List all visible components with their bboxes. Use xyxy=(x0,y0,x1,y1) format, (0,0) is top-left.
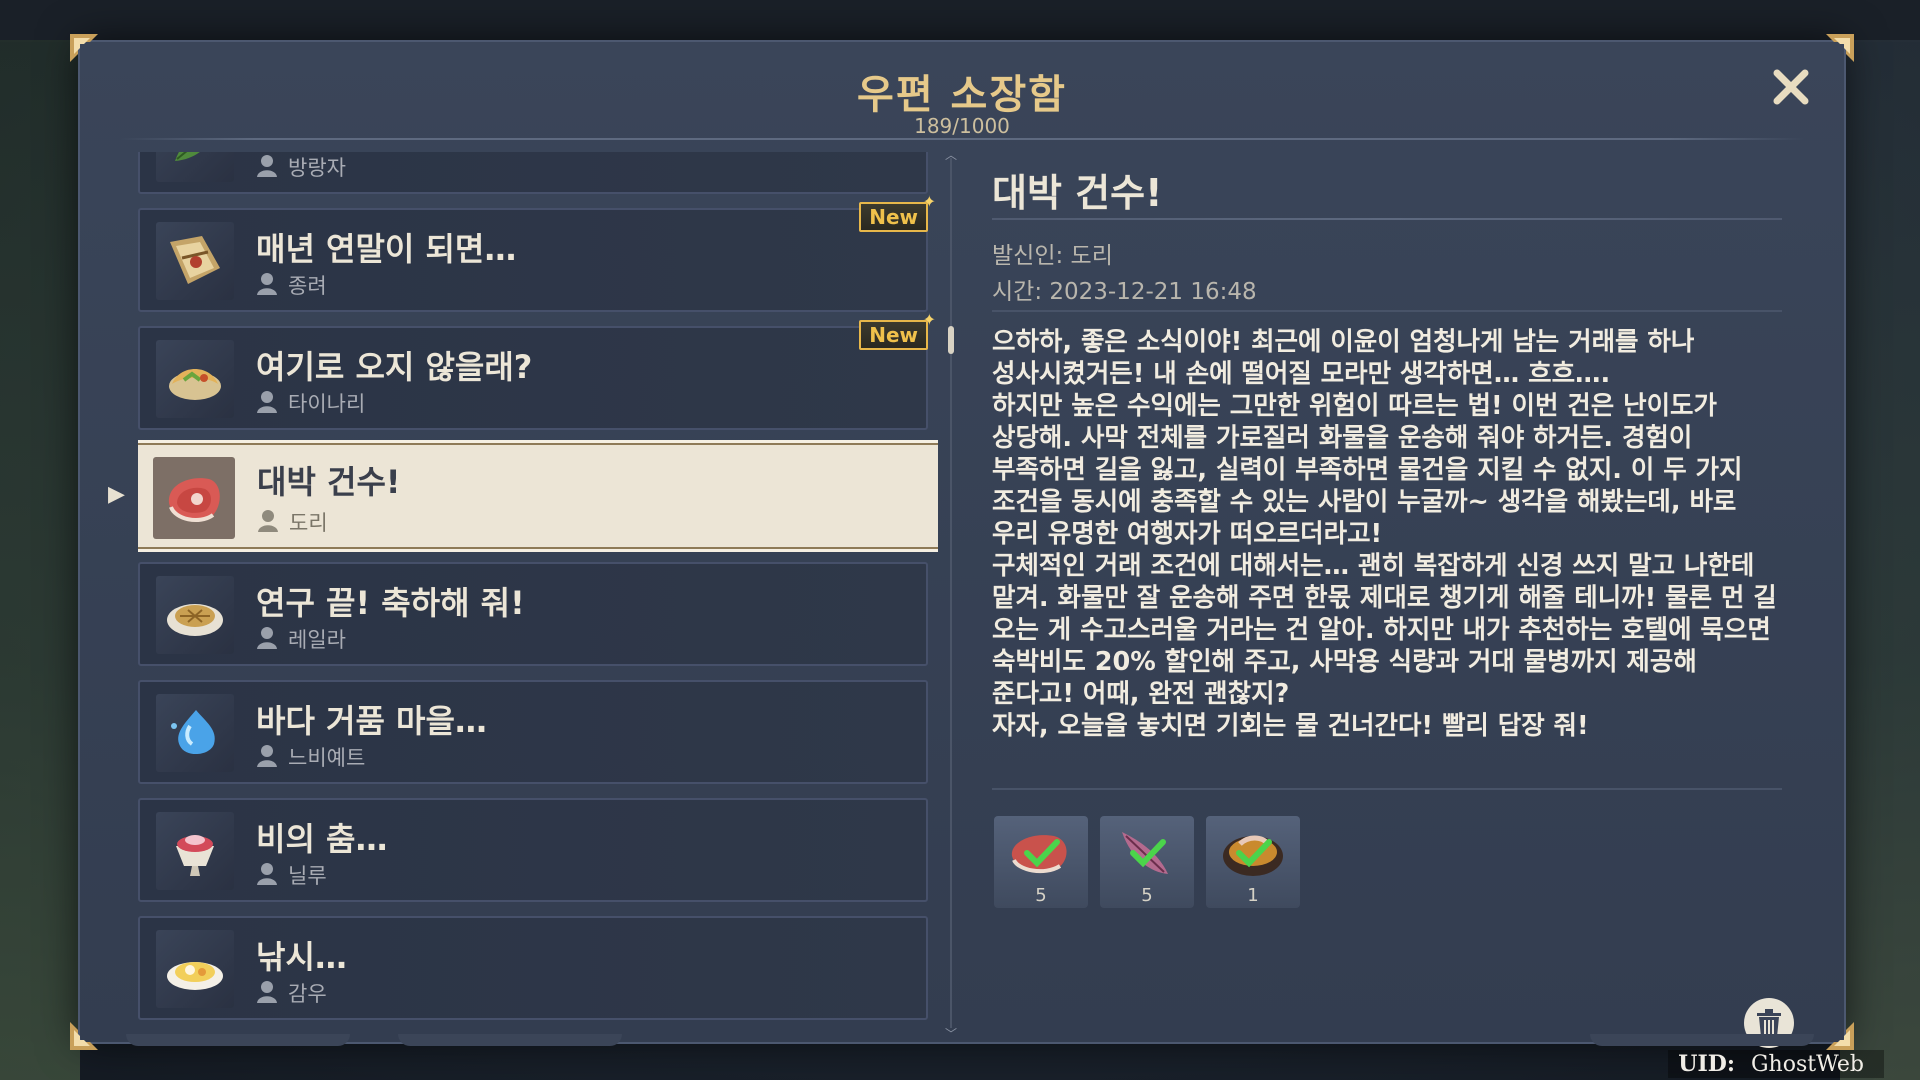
sender-icon xyxy=(256,626,278,650)
pie-dish-icon xyxy=(156,576,234,654)
scroll-down-icon: ﹀ xyxy=(945,1027,958,1041)
water-drop-icon xyxy=(156,694,234,772)
mail-sender: 레일라 xyxy=(288,628,346,652)
bottom-tab xyxy=(126,1034,350,1046)
scroll-thumb[interactable] xyxy=(948,326,954,354)
mail-sender: 느비예트 xyxy=(288,746,366,770)
raw-meat-icon xyxy=(153,457,235,539)
sender-icon xyxy=(256,862,278,886)
mail-count: 189/1000 xyxy=(914,114,1010,138)
detail-divider xyxy=(992,310,1782,312)
mail-item[interactable]: 여기로 오지 않을래? 타이나리 New xyxy=(138,310,936,430)
mail-sender: 종려 xyxy=(288,274,327,298)
mail-list[interactable]: 방랑자 매년 연말이 되면… 종려 New 여기로 오지 않을래? 타이나리 N… xyxy=(138,152,938,1020)
attachment-item[interactable]: 1 xyxy=(1206,816,1300,908)
attachment-item[interactable]: 5 xyxy=(1100,816,1194,908)
new-badge: New xyxy=(859,310,936,350)
sender-icon xyxy=(256,390,278,414)
mail-item[interactable]: 비의 춤… 닐루 xyxy=(138,798,928,902)
window-title: 우편 소장함 xyxy=(857,72,1067,118)
mail-item[interactable]: 방랑자 xyxy=(138,152,928,194)
attachment-qty: 5 xyxy=(1035,885,1047,906)
mail-sender: 감우 xyxy=(288,982,327,1006)
mail-subject: 매년 연말이 되면… xyxy=(256,230,517,268)
background-scene-left xyxy=(0,40,80,1080)
mail-sender: 타이나리 xyxy=(288,392,366,416)
uid-value: GhostWeb xyxy=(1750,1052,1864,1077)
close-icon xyxy=(1773,69,1809,105)
corner-ornament-icon xyxy=(1822,32,1856,66)
mail-sender: 방랑자 xyxy=(288,156,346,180)
mail-item[interactable]: 바다 거품 마을… 느비예트 xyxy=(138,680,928,784)
mail-subject: 비의 춤… xyxy=(256,820,388,858)
background-scene-right xyxy=(1840,40,1920,1080)
mail-subject: 바다 거품 마을… xyxy=(256,702,487,740)
scroll-bundle-icon xyxy=(156,222,234,300)
detail-title: 대박 건수! xyxy=(992,171,1163,215)
detail-body: 으하하, 좋은 소식이야! 최근에 이윤이 엄청나게 남는 거래를 하나 성사시… xyxy=(992,327,1777,741)
bottom-tab xyxy=(1590,1034,1814,1046)
header-divider xyxy=(120,138,1804,140)
uid-label: UID: xyxy=(1678,1051,1735,1077)
check-icon xyxy=(1024,839,1060,868)
mail-subject: 연구 끝! 축하해 줘! xyxy=(256,584,525,622)
mail-window: 우편 소장함 189/1000 ▶ 방랑자 매년 연말이 되면… 종려 New xyxy=(70,34,1854,1050)
sender-icon xyxy=(257,509,279,533)
corner-ornament-icon xyxy=(1822,1018,1856,1052)
mail-sender: 닐루 xyxy=(288,864,327,888)
detail-divider xyxy=(992,788,1782,790)
mail-subject: 낚시… xyxy=(256,938,347,976)
background-top-bar xyxy=(0,0,1920,42)
sender-icon xyxy=(256,980,278,1004)
dessert-cup-icon xyxy=(156,812,234,890)
selection-arrow-icon: ▶ xyxy=(108,482,125,507)
attachment-qty: 5 xyxy=(1141,885,1153,906)
sender-icon xyxy=(256,272,278,296)
leaf-icon xyxy=(156,152,234,182)
check-icon xyxy=(1130,839,1166,868)
mail-detail: 대박 건수! 발신인: 도리 시간: 2023-12-21 16:48 으하하,… xyxy=(992,152,1794,1048)
sender-icon xyxy=(256,154,278,178)
sender-icon xyxy=(256,744,278,768)
corner-ornament-icon xyxy=(68,1018,102,1052)
corner-ornament-icon xyxy=(68,32,102,66)
mail-subject: 대박 건수! xyxy=(257,463,401,501)
mail-list-scrollbar[interactable]: ︿ ﹀ xyxy=(945,148,957,1041)
detail-divider xyxy=(992,218,1782,220)
mail-sender: 도리 xyxy=(289,511,328,535)
new-badge: New xyxy=(859,192,936,232)
mail-item[interactable]: 낚시… 감우 xyxy=(138,916,928,1020)
detail-time: 시간: 2023-12-21 16:48 xyxy=(992,279,1257,305)
mail-item[interactable]: 연구 끝! 축하해 줘! 레일라 xyxy=(138,562,928,666)
bottom-tab xyxy=(398,1034,622,1046)
mail-item-selected[interactable]: 대박 건수! 도리 xyxy=(138,440,938,552)
detail-sender: 발신인: 도리 xyxy=(992,243,1113,269)
attachment-item[interactable]: 5 xyxy=(994,816,1088,908)
wrap-food-icon xyxy=(156,340,234,418)
attachment-qty: 1 xyxy=(1247,885,1259,906)
scroll-track xyxy=(950,158,952,1028)
mail-subject: 여기로 오지 않을래? xyxy=(256,348,533,386)
uid-display: UID: GhostWeb xyxy=(1668,1050,1884,1078)
check-icon xyxy=(1236,839,1272,868)
mail-item[interactable]: 매년 연말이 되면… 종려 New xyxy=(138,192,936,312)
rice-dish-icon xyxy=(156,930,234,1008)
close-button[interactable] xyxy=(1766,62,1816,112)
